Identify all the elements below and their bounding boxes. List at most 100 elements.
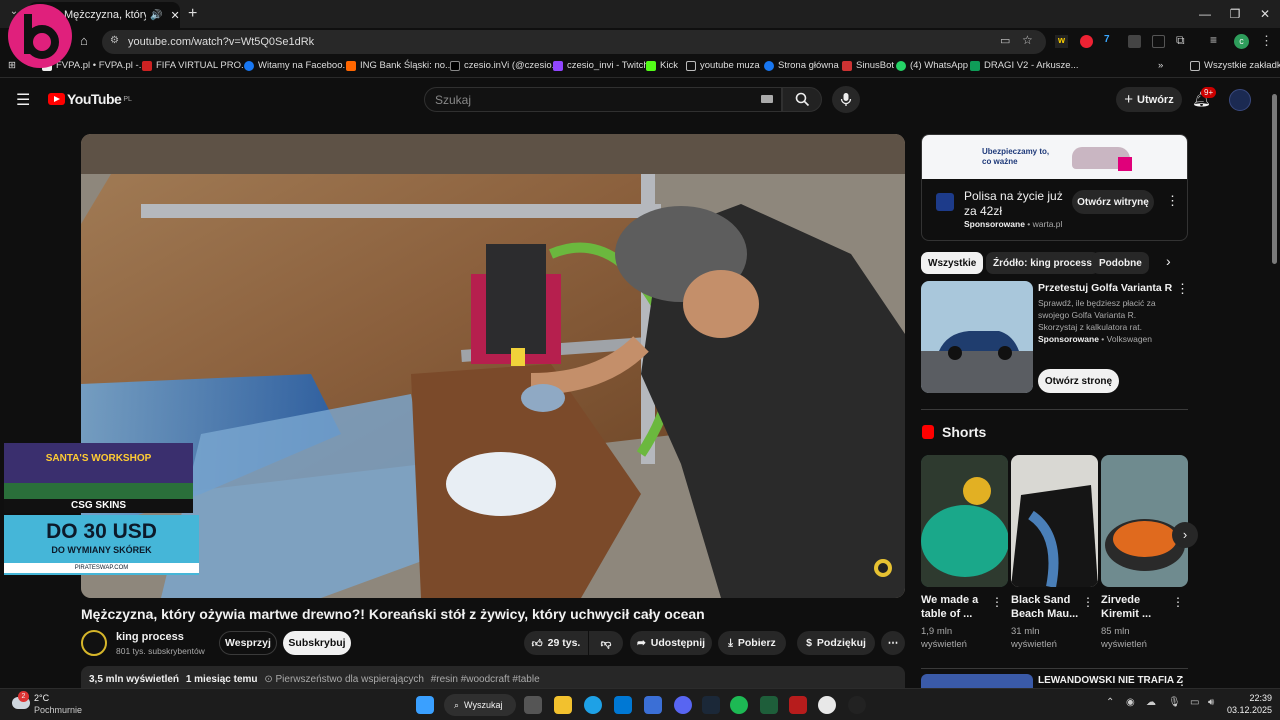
open-website-button[interactable]: Otwórz witrynę bbox=[1072, 190, 1154, 214]
next-video-title[interactable]: LEWANDOWSKI NIE TRAFIA Z bbox=[1038, 675, 1183, 686]
download-button[interactable]: ⤓ Pobierz bbox=[718, 631, 786, 655]
short-title[interactable]: Zirvede Kiremit ... bbox=[1101, 593, 1181, 621]
volkswagen-ad-thumbnail[interactable] bbox=[921, 281, 1033, 393]
reading-list-icon[interactable]: ≡ bbox=[1210, 33, 1217, 47]
short-title[interactable]: We made a table of ... bbox=[921, 593, 1001, 621]
chrome-icon[interactable] bbox=[818, 696, 836, 714]
browser-menu-icon[interactable]: ⋮ bbox=[1260, 33, 1273, 49]
all-bookmarks-folder[interactable]: Wszystkie zakładki bbox=[1190, 60, 1280, 71]
extension-red-icon[interactable] bbox=[1080, 35, 1093, 48]
join-button[interactable]: Wesprzyj bbox=[219, 631, 277, 655]
close-tab-icon[interactable]: ✕ bbox=[170, 9, 179, 22]
minimize-icon[interactable]: — bbox=[1188, 0, 1222, 28]
steam-icon[interactable] bbox=[702, 696, 720, 714]
extension-w-icon[interactable]: w bbox=[1055, 35, 1068, 48]
short-thumbnail[interactable] bbox=[1101, 455, 1188, 587]
start-windows-icon[interactable] bbox=[416, 696, 434, 714]
bookmark-item[interactable]: ING Bank Śląski: no... bbox=[346, 60, 453, 71]
clock-time[interactable]: 22:39 bbox=[1226, 693, 1272, 703]
short-more-icon[interactable]: ⋮ bbox=[1172, 595, 1184, 609]
more-bookmarks-icon[interactable]: » bbox=[1158, 60, 1163, 71]
chip-source[interactable]: Źródło: king process bbox=[986, 252, 1099, 274]
edge-icon[interactable] bbox=[584, 696, 602, 714]
tray-network-icon[interactable]: ▭ bbox=[1190, 697, 1199, 708]
keyboard-icon[interactable] bbox=[761, 95, 773, 103]
home-icon[interactable]: ⌂ bbox=[80, 33, 88, 48]
tray-volume-icon[interactable]: 🔊︎ bbox=[1208, 697, 1214, 708]
shorts-next-button[interactable]: › bbox=[1172, 522, 1198, 548]
account-avatar[interactable] bbox=[1229, 89, 1251, 111]
more-actions-button[interactable]: ⋯ bbox=[881, 631, 905, 655]
bookmark-item[interactable]: Kick bbox=[646, 60, 678, 71]
spotify-icon[interactable] bbox=[730, 696, 748, 714]
install-app-icon[interactable]: ▭ bbox=[1000, 34, 1010, 47]
bookmark-item[interactable]: FIFA VIRTUAL PRO... bbox=[142, 60, 249, 71]
tray-cloud-icon[interactable]: ☁ bbox=[1146, 697, 1156, 708]
bookmark-star-icon[interactable]: ☆ bbox=[1022, 33, 1033, 47]
ad1-more-icon[interactable]: ⋮ bbox=[1166, 193, 1179, 209]
youtube-logo[interactable]: YouTube PL bbox=[48, 91, 132, 107]
channel-avatar[interactable] bbox=[81, 630, 107, 656]
page-scrollbar[interactable] bbox=[1270, 82, 1280, 688]
chips-next-icon[interactable]: › bbox=[1166, 253, 1171, 269]
ad2-more-icon[interactable]: ⋮ bbox=[1176, 281, 1189, 297]
restore-icon[interactable]: ❐ bbox=[1218, 0, 1252, 28]
hashtags[interactable]: #resin #woodcraft #table bbox=[431, 674, 540, 685]
file-explorer-icon[interactable] bbox=[554, 696, 572, 714]
extensions-puzzle-icon[interactable]: ⧉ bbox=[1176, 33, 1185, 48]
extension-7tv-icon[interactable]: 7 bbox=[1104, 34, 1110, 45]
address-bar[interactable]: ⚙ youtube.com/watch?v=Wt5Q0Se1dRk ▭ ☆ bbox=[102, 30, 1046, 54]
create-button[interactable]: + Utwórz bbox=[1116, 87, 1182, 112]
video-player[interactable] bbox=[81, 134, 905, 598]
new-tab-icon[interactable]: + bbox=[188, 5, 197, 23]
store-icon[interactable] bbox=[614, 696, 632, 714]
next-video-thumbnail[interactable] bbox=[921, 674, 1033, 688]
taskbar-search[interactable]: ⌕ Wyszukaj bbox=[444, 694, 516, 716]
search-input[interactable]: Szukaj bbox=[424, 87, 782, 112]
hamburger-menu-icon[interactable]: ☰ bbox=[16, 90, 30, 110]
bookmark-item[interactable]: czesio_invi - Twitch bbox=[553, 60, 649, 71]
bookmark-item[interactable]: czesio.inVi (@czesio... bbox=[450, 60, 560, 71]
task-view-icon[interactable] bbox=[524, 696, 542, 714]
bookmark-item[interactable]: (4) WhatsApp bbox=[896, 60, 968, 71]
outlook-icon[interactable] bbox=[644, 696, 662, 714]
voice-search-button[interactable] bbox=[832, 86, 860, 113]
tray-app-icon[interactable]: ◉ bbox=[1126, 697, 1135, 708]
chip-related[interactable]: Podobne bbox=[1092, 252, 1149, 274]
short-thumbnail[interactable] bbox=[921, 455, 1008, 587]
like-button[interactable]: 👍︎ 29 tys. bbox=[524, 631, 588, 655]
short-more-icon[interactable]: ⋮ bbox=[991, 595, 1003, 609]
profile-avatar[interactable]: c bbox=[1234, 34, 1249, 49]
extension-pen-icon[interactable] bbox=[1128, 35, 1141, 48]
short-more-icon[interactable]: ⋮ bbox=[1082, 595, 1094, 609]
site-info-icon[interactable]: ⚙ bbox=[110, 35, 119, 46]
apps-icon[interactable]: ⊞ bbox=[8, 60, 16, 71]
app-dark-icon[interactable] bbox=[848, 696, 866, 714]
close-window-icon[interactable]: ✕ bbox=[1248, 0, 1280, 28]
app-red-icon[interactable] bbox=[789, 696, 807, 714]
search-button[interactable] bbox=[782, 87, 822, 112]
share-button[interactable]: ➦ Udostępnij bbox=[630, 631, 712, 655]
dislike-button[interactable]: 👎︎ bbox=[589, 631, 623, 655]
chip-all[interactable]: Wszystkie bbox=[921, 252, 984, 274]
bookmark-item[interactable]: SinusBot bbox=[842, 60, 894, 71]
tray-mic-icon[interactable]: 🎙︎ bbox=[1168, 697, 1181, 708]
bookmark-item[interactable]: DRAGI V2 - Arkusze... bbox=[970, 60, 1079, 71]
short-title[interactable]: Black Sand Beach Mau... bbox=[1011, 593, 1091, 621]
audio-icon[interactable]: 🔊 bbox=[150, 10, 162, 21]
bookmark-item[interactable]: Witamy na Faceboo... bbox=[244, 60, 350, 71]
thanks-button[interactable]: $ Podziękuj bbox=[797, 631, 875, 655]
tray-chevron-icon[interactable]: ⌃ bbox=[1106, 697, 1114, 708]
bookmark-item[interactable]: Strona główna bbox=[764, 60, 839, 71]
short-thumbnail[interactable] bbox=[1011, 455, 1098, 587]
sidebar-ad-warta[interactable]: Ubezpieczamy to, co ważne Polisa na życie… bbox=[921, 134, 1188, 241]
terminal-icon[interactable] bbox=[760, 696, 778, 714]
extension-gray-icon[interactable] bbox=[1152, 35, 1165, 48]
bookmark-folder[interactable]: youtube muza bbox=[686, 60, 760, 71]
channel-name[interactable]: king process bbox=[116, 631, 184, 643]
open-page-button[interactable]: Otwórz stronę bbox=[1038, 369, 1119, 393]
discord-icon[interactable] bbox=[674, 696, 692, 714]
next-video-more-icon[interactable]: ⋮ bbox=[1176, 674, 1188, 688]
clock-date[interactable]: 03.12.2025 bbox=[1220, 705, 1272, 715]
subscribe-button[interactable]: Subskrybuj bbox=[283, 631, 351, 655]
